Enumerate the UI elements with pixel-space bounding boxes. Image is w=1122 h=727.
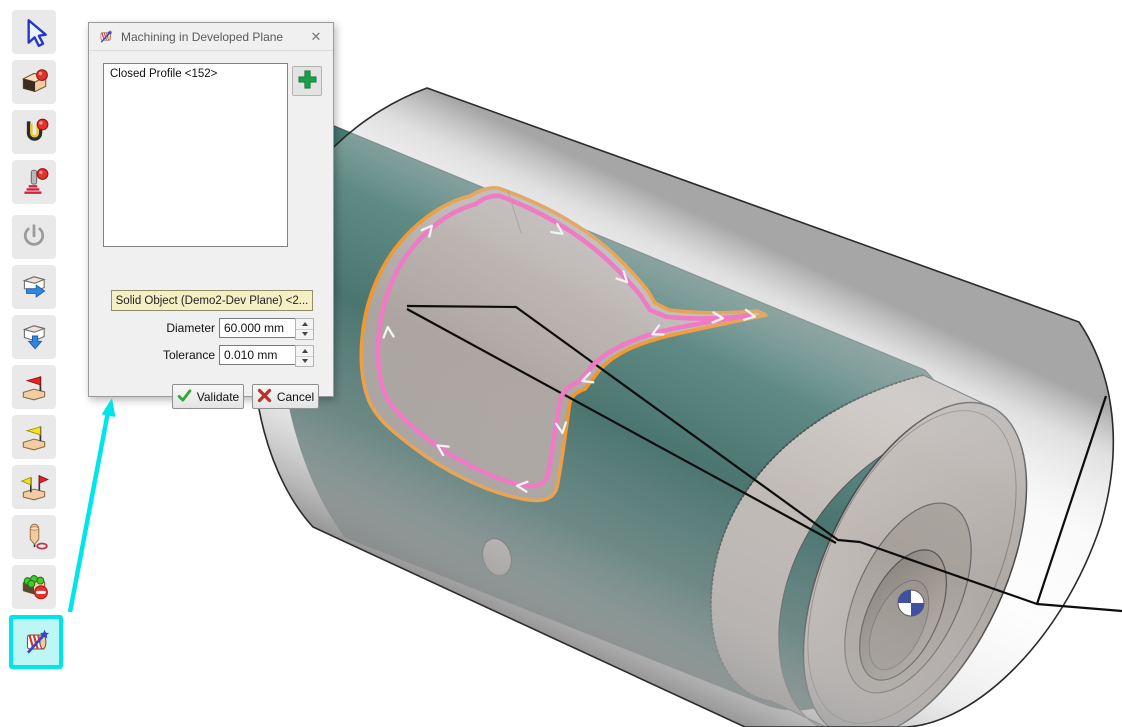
- origin-marker[interactable]: [898, 590, 924, 616]
- cursor-arrow-icon: [18, 16, 50, 48]
- diameter-input[interactable]: [219, 318, 299, 338]
- center-pin-icon: [18, 521, 50, 553]
- dialog-body: Closed Profile <152> Solid Object (Demo2…: [89, 51, 333, 396]
- tool-probe-rays-icon: [18, 166, 50, 198]
- toolbar-button-red-flag[interactable]: [12, 365, 56, 409]
- solid-object-field[interactable]: Solid Object (Demo2-Dev Plane) <2...: [111, 290, 313, 311]
- stepper-down-icon[interactable]: [296, 357, 313, 367]
- stock-cylinder[interactable]: [253, 88, 1113, 727]
- cancel-button[interactable]: Cancel: [252, 384, 319, 409]
- validate-button[interactable]: Validate: [172, 384, 244, 409]
- stock-box-icon: [18, 66, 50, 98]
- tolerance-input[interactable]: [219, 345, 299, 365]
- toolbar-button-stock-box[interactable]: [12, 60, 56, 104]
- diameter-stepper[interactable]: [295, 318, 314, 340]
- add-profile-button[interactable]: [292, 66, 322, 96]
- toolbar-button-tool-probe-rays[interactable]: [12, 160, 56, 204]
- toolbar-button-cursor-arrow[interactable]: [12, 10, 56, 54]
- dialog-title: Machining in Developed Plane: [121, 30, 307, 44]
- milling-tool-icon: [18, 116, 50, 148]
- power-icon: [18, 221, 50, 253]
- yellow-flag-icon: [18, 421, 50, 453]
- close-icon[interactable]: ✕: [307, 29, 325, 45]
- toolbar-button-power[interactable]: [12, 215, 56, 259]
- toolbar-button-milling-tool[interactable]: [12, 110, 56, 154]
- toolbar-button-yellow-red-flags[interactable]: [12, 465, 56, 509]
- profiles-listbox[interactable]: Closed Profile <152>: [103, 63, 288, 247]
- toolbar-button-stock-balls-forbidden[interactable]: [12, 565, 56, 609]
- stepper-up-icon[interactable]: [296, 346, 313, 357]
- validate-label: Validate: [197, 390, 239, 404]
- cancel-label: Cancel: [277, 390, 314, 404]
- check-icon: [177, 388, 192, 406]
- x-icon: [257, 388, 272, 406]
- box-arrow-right-icon: [18, 271, 50, 303]
- list-item[interactable]: Closed Profile <152>: [104, 64, 287, 84]
- tolerance-label: Tolerance: [111, 348, 215, 362]
- machining-dialog: Machining in Developed Plane ✕ Closed Pr…: [88, 22, 334, 397]
- toolbar: [12, 10, 63, 675]
- stock-balls-forbidden-icon: [18, 571, 50, 603]
- yellow-red-flags-icon: [18, 471, 50, 503]
- toolbar-button-box-arrow-right[interactable]: [12, 265, 56, 309]
- box-arrow-down-icon: [18, 321, 50, 353]
- diameter-label: Diameter: [111, 321, 215, 335]
- toolbar-button-center-pin[interactable]: [12, 515, 56, 559]
- toolbar-button-box-arrow-down[interactable]: [12, 315, 56, 359]
- green-plus-icon: [297, 69, 318, 93]
- machining-developed-plane-icon: [97, 28, 114, 45]
- toolbar-button-yellow-flag[interactable]: [12, 415, 56, 459]
- tolerance-stepper[interactable]: [295, 345, 314, 367]
- stepper-up-icon[interactable]: [296, 319, 313, 330]
- toolbar-button-machining-developed-plane[interactable]: [9, 615, 63, 669]
- dialog-titlebar[interactable]: Machining in Developed Plane ✕: [89, 23, 333, 51]
- red-flag-icon: [18, 371, 50, 403]
- stepper-down-icon[interactable]: [296, 330, 313, 340]
- machining-developed-plane-icon: [20, 626, 52, 658]
- application-window: Machining in Developed Plane ✕ Closed Pr…: [0, 0, 1122, 727]
